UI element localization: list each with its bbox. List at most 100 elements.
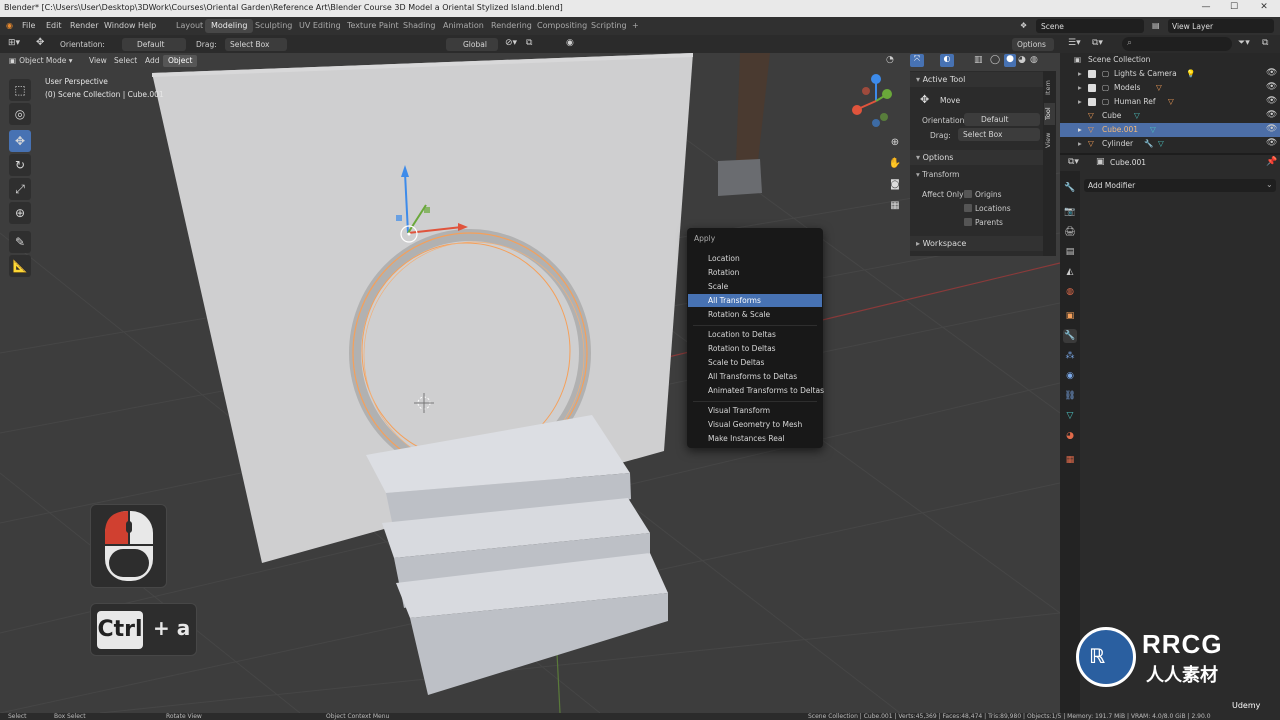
- outliner-root[interactable]: ▣ Scene Collection: [1060, 53, 1280, 67]
- add-modifier-dropdown[interactable]: Add Modifier ⌄: [1084, 179, 1276, 192]
- modifier-tab-icon[interactable]: 🔧: [1063, 329, 1077, 343]
- eye-icon[interactable]: 👁: [1266, 124, 1277, 134]
- visibility-icon[interactable]: ◔: [886, 55, 894, 65]
- eye-icon[interactable]: 👁: [1266, 138, 1277, 148]
- properties-editor-icon[interactable]: ⧉▾: [1068, 157, 1079, 167]
- tool-tab-icon[interactable]: 🔧: [1063, 181, 1077, 195]
- annotate-tool[interactable]: ✎: [9, 231, 31, 253]
- pin-icon[interactable]: 📌: [1266, 157, 1277, 167]
- rendered-shading-icon[interactable]: ◍: [1030, 55, 1038, 65]
- transform-orientation-dropdown[interactable]: Global: [446, 38, 498, 51]
- options-dropdown[interactable]: Options: [1012, 38, 1054, 51]
- object-mode-dropdown[interactable]: ▣ Object Mode ▾: [4, 55, 78, 67]
- overlay-toggle-icon[interactable]: ◐: [940, 54, 954, 67]
- menu-item-rotation-to-deltas[interactable]: Rotation to Deltas: [688, 342, 822, 355]
- expand-arrow-icon[interactable]: ▸: [1078, 97, 1082, 106]
- material-tab-icon[interactable]: ◕: [1063, 429, 1077, 443]
- viewport-menu-object[interactable]: Object: [163, 55, 198, 67]
- menu-item-animated-transforms-to-deltas[interactable]: Animated Transforms to Deltas: [688, 384, 824, 397]
- proportional-edit-icon[interactable]: ◉: [566, 38, 574, 48]
- material-shading-icon[interactable]: ◕: [1018, 55, 1026, 65]
- cursor-tool[interactable]: ◎: [9, 103, 31, 125]
- menu-item-rotation[interactable]: Rotation: [688, 266, 822, 279]
- eye-icon[interactable]: 👁: [1266, 82, 1277, 92]
- camera-view-icon[interactable]: ◙: [886, 176, 904, 194]
- xray-icon[interactable]: ▥: [974, 55, 983, 65]
- output-tab-icon[interactable]: 🖨: [1063, 225, 1077, 239]
- particles-tab-icon[interactable]: ⁂: [1063, 349, 1077, 363]
- menu-item-visual-geometry-to-mesh[interactable]: Visual Geometry to Mesh: [688, 418, 822, 431]
- expand-arrow-icon[interactable]: ▸: [1078, 125, 1082, 134]
- menu-help[interactable]: Help: [138, 21, 156, 30]
- options-section-header[interactable]: ▾ Options: [910, 150, 1043, 165]
- active-tool-header[interactable]: ▾ Active Tool: [910, 72, 1043, 87]
- menu-item-location-to-deltas[interactable]: Location to Deltas: [688, 328, 822, 341]
- menu-item-scale[interactable]: Scale: [688, 280, 822, 293]
- menu-item-all-transforms-to-deltas[interactable]: All Transforms to Deltas: [688, 370, 822, 383]
- data-tab-icon[interactable]: ▽: [1063, 409, 1077, 423]
- display-mode-icon[interactable]: ⧉▾: [1092, 38, 1103, 48]
- scale-tool[interactable]: ⤢: [9, 178, 31, 200]
- workspace-section-header[interactable]: ▸ Workspace: [910, 236, 1043, 251]
- blender-logo-icon[interactable]: ◉: [6, 21, 13, 30]
- wireframe-shading-icon[interactable]: ◯: [990, 55, 1000, 65]
- snap-icon[interactable]: ⧉: [526, 38, 532, 48]
- exclude-checkbox[interactable]: [1088, 70, 1096, 78]
- expand-arrow-icon[interactable]: ▸: [1078, 69, 1082, 78]
- gizmo-toggle-icon[interactable]: ⤧: [910, 54, 924, 67]
- tab-layout[interactable]: Layout: [170, 19, 209, 33]
- menu-item-scale-to-deltas[interactable]: Scale to Deltas: [688, 356, 822, 369]
- tab-item[interactable]: Item: [1044, 77, 1055, 99]
- npanel-orientation-dropdown[interactable]: Default: [964, 113, 1040, 126]
- rotate-tool[interactable]: ↻: [9, 154, 31, 176]
- viewport-menu-view[interactable]: View: [84, 55, 112, 67]
- outliner-item[interactable]: ▸ ▢ Models ▽ 👁: [1060, 81, 1280, 95]
- navigation-axis-gizmo[interactable]: [852, 74, 892, 127]
- exclude-checkbox[interactable]: [1088, 98, 1096, 106]
- pivot-point-icon[interactable]: ⊘▾: [505, 38, 517, 48]
- minimize-button[interactable]: —: [1196, 2, 1216, 14]
- ortho-grid-icon[interactable]: ▦: [886, 197, 904, 215]
- view-layer-selector[interactable]: View Layer: [1168, 19, 1274, 33]
- scene-selector[interactable]: Scene: [1036, 19, 1144, 33]
- add-workspace-button[interactable]: +: [626, 19, 645, 33]
- outliner-item-selected[interactable]: ▸ ▽ Cube.001 ▽ 👁: [1060, 123, 1280, 137]
- transform-subheader[interactable]: ▾ Transform: [916, 170, 959, 179]
- select-box-tool[interactable]: ⬚: [9, 79, 31, 101]
- tab-texture-paint[interactable]: Texture Paint: [341, 19, 405, 33]
- maximize-button[interactable]: ☐: [1224, 2, 1244, 14]
- new-collection-icon[interactable]: ⧉: [1262, 38, 1268, 48]
- tab-modeling[interactable]: Modeling: [205, 19, 254, 33]
- tab-view[interactable]: View: [1044, 129, 1055, 151]
- menu-item-all-transforms[interactable]: All Transforms: [688, 294, 822, 307]
- outliner-editor-icon[interactable]: ☰▾: [1068, 38, 1081, 48]
- origins-checkbox[interactable]: [964, 190, 972, 198]
- object-tab-icon[interactable]: ▣: [1063, 309, 1077, 323]
- exclude-checkbox[interactable]: [1088, 84, 1096, 92]
- menu-item-make-instances-real[interactable]: Make Instances Real: [688, 432, 822, 445]
- measure-tool[interactable]: 📐: [9, 255, 31, 277]
- world-tab-icon[interactable]: ◍: [1063, 285, 1077, 299]
- menu-render[interactable]: Render: [70, 21, 98, 30]
- tab-rendering[interactable]: Rendering: [485, 19, 538, 33]
- close-button[interactable]: ✕: [1254, 2, 1274, 14]
- pan-hand-icon[interactable]: ✋: [886, 155, 904, 173]
- drag-dropdown[interactable]: Select Box: [225, 38, 287, 51]
- eye-icon[interactable]: 👁: [1266, 96, 1277, 106]
- expand-arrow-icon[interactable]: ▸: [1078, 83, 1082, 92]
- outliner-search-input[interactable]: ⌕: [1122, 37, 1232, 51]
- viewport-menu-add[interactable]: Add: [140, 55, 165, 67]
- menu-item-rotation-scale[interactable]: Rotation & Scale: [688, 308, 822, 321]
- view-layer-tab-icon[interactable]: ▤: [1063, 245, 1077, 259]
- scene-tab-icon[interactable]: ◭: [1063, 265, 1077, 279]
- menu-file[interactable]: File: [22, 21, 35, 30]
- locations-checkbox[interactable]: [964, 204, 972, 212]
- tab-shading[interactable]: Shading: [397, 19, 442, 33]
- npanel-drag-dropdown[interactable]: Select Box: [958, 128, 1040, 141]
- outliner-item[interactable]: ▸ ▢ Human Ref ▽ 👁: [1060, 95, 1280, 109]
- menu-item-location[interactable]: Location: [688, 252, 822, 265]
- menu-edit[interactable]: Edit: [46, 21, 62, 30]
- tab-animation[interactable]: Animation: [437, 19, 490, 33]
- eye-icon[interactable]: 👁: [1266, 110, 1277, 120]
- render-tab-icon[interactable]: 📷: [1063, 205, 1077, 219]
